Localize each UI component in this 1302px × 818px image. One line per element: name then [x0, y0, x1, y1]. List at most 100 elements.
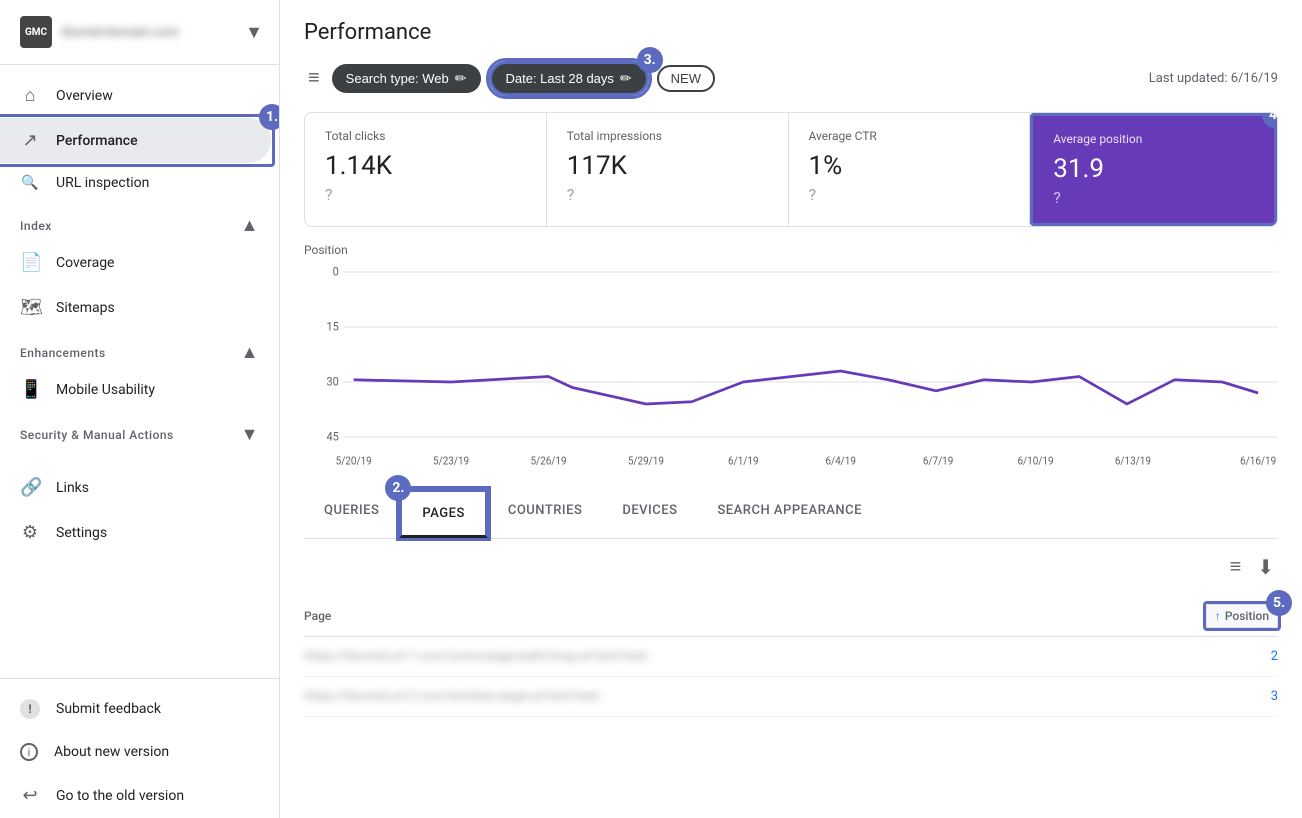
logo-icon: GMC — [20, 16, 52, 48]
chart-area: Position 0 15 30 45 5/20/19 5/23/19 5/26… — [280, 227, 1302, 481]
svg-text:6/7/19: 6/7/19 — [923, 454, 954, 468]
svg-text:5/23/19: 5/23/19 — [433, 454, 469, 468]
metrics-row: Total clicks 1.14K ? Total impressions 1… — [304, 112, 1278, 227]
tab-queries[interactable]: QUERIES — [304, 489, 399, 538]
main-content: Performance ≡ Search type: Web ✏ Date: L… — [280, 0, 1302, 818]
toolbar: ≡ Search type: Web ✏ Date: Last 28 days … — [304, 61, 1278, 96]
download-icon-button[interactable]: ⬇ — [1253, 551, 1278, 584]
svg-text:30: 30 — [327, 374, 339, 389]
sidebar-item-label: Coverage — [56, 255, 114, 271]
data-table: Page ↑ Position 5. — [304, 596, 1278, 717]
metric-average-ctr[interactable]: Average CTR 1% ? — [789, 113, 1031, 226]
svg-text:6/16/19: 6/16/19 — [1240, 454, 1276, 468]
sidebar-logo[interactable]: GMC blurred-domain.com ▼ — [0, 0, 279, 65]
metric-value: 31.9 — [1053, 154, 1254, 184]
filter-icon-button[interactable]: ≡ — [1226, 552, 1246, 583]
sidebar-item-settings[interactable]: ⚙ Settings — [0, 510, 271, 555]
sidebar-item-about-new-version[interactable]: i About new version — [0, 731, 271, 773]
home-icon: ⌂ — [20, 85, 40, 106]
tab-countries[interactable]: COUNTRIES — [488, 489, 603, 538]
svg-text:45: 45 — [327, 429, 340, 444]
row-position: 3 — [1109, 677, 1278, 717]
sidebar-item-coverage[interactable]: 📄 Coverage — [0, 240, 271, 285]
sitemaps-icon: 🗺 — [20, 297, 40, 318]
row-url: https://blurred-url-1.com/some-page-path… — [304, 637, 1109, 677]
position-sort-header[interactable]: ↑ Position — [1206, 604, 1278, 628]
index-section-label: Index — [20, 219, 52, 233]
index-section-header[interactable]: Index ▲ — [0, 203, 279, 240]
metric-value: 1% — [809, 151, 1010, 181]
edit-icon: ✏ — [455, 70, 467, 87]
svg-text:6/13/19: 6/13/19 — [1115, 454, 1151, 468]
new-button[interactable]: NEW — [657, 65, 715, 92]
help-icon[interactable]: ? — [567, 185, 575, 204]
col-page-header: Page — [304, 596, 1109, 637]
date-chip[interactable]: Date: Last 28 days ✏ — [489, 61, 649, 96]
info-icon: i — [20, 743, 38, 761]
sidebar-item-label: URL inspection — [56, 175, 149, 191]
sidebar-item-label: Overview — [56, 88, 113, 104]
table-body: https://blurred-url-1.com/some-page-path… — [304, 637, 1278, 717]
table-row: https://blurred-url-1.com/some-page-path… — [304, 637, 1278, 677]
chevron-down-icon[interactable]: ▼ — [245, 22, 263, 43]
position-chart: 0 15 30 45 5/20/19 5/23/19 5/26/19 5/29/… — [304, 261, 1278, 481]
search-type-chip[interactable]: Search type: Web ✏ — [332, 64, 481, 93]
metric-total-impressions[interactable]: Total impressions 117K ? — [547, 113, 789, 226]
table-row: https://blurred-url-2.com/another-page-u… — [304, 677, 1278, 717]
sidebar-item-go-to-old-version[interactable]: ↩ Go to the old version — [0, 773, 271, 818]
tabs-row: QUERIES PAGES 2. COUNTRIES DEVICES SEARC… — [304, 489, 1278, 539]
index-section-items: 📄 Coverage 🗺 Sitemaps — [0, 240, 279, 330]
mobile-icon: 📱 — [20, 379, 40, 400]
filter-button[interactable]: ≡ — [304, 63, 324, 94]
edit-icon: ✏ — [620, 70, 632, 87]
svg-text:5/26/19: 5/26/19 — [530, 454, 566, 468]
sidebar-item-sitemaps[interactable]: 🗺 Sitemaps — [0, 285, 271, 330]
chart-y-label: Position — [304, 243, 1278, 257]
sidebar-item-label: Mobile Usability — [56, 382, 155, 398]
sidebar-item-label: Performance — [56, 133, 138, 149]
svg-text:6/4/19: 6/4/19 — [825, 454, 856, 468]
metric-value: 117K — [567, 151, 768, 181]
coverage-icon: 📄 — [20, 252, 40, 273]
sidebar-item-label: Sitemaps — [56, 300, 115, 316]
metric-label: Average CTR — [809, 129, 1010, 143]
tab-pages[interactable]: PAGES — [399, 489, 487, 538]
sidebar-item-links[interactable]: 🔗 Links — [0, 465, 271, 510]
row-position: 2 — [1109, 637, 1278, 677]
svg-text:0: 0 — [333, 264, 339, 279]
sidebar-item-overview[interactable]: ⌂ Overview — [0, 73, 271, 118]
svg-text:6/10/19: 6/10/19 — [1017, 454, 1053, 468]
table-toolbar: ≡ ⬇ — [304, 539, 1278, 596]
chart-svg: 0 15 30 45 5/20/19 5/23/19 5/26/19 5/29/… — [304, 261, 1278, 481]
sort-asc-icon: ↑ — [1215, 609, 1221, 623]
enhancements-section-items: 📱 Mobile Usability — [0, 367, 279, 412]
metric-label: Average position — [1053, 132, 1254, 146]
date-label: Date: Last 28 days — [506, 71, 614, 86]
security-section-header[interactable]: Security & Manual Actions ▼ — [0, 412, 279, 449]
metric-average-position[interactable]: 4. Average position 31.9 ? — [1030, 113, 1277, 226]
sidebar-item-performance[interactable]: ↗ Performance 1. — [0, 118, 271, 163]
last-updated-label: Last updated: 6/16/19 — [1149, 71, 1278, 86]
metric-total-clicks[interactable]: Total clicks 1.14K ? — [305, 113, 547, 226]
links-icon: 🔗 — [20, 477, 40, 498]
help-icon[interactable]: ? — [1053, 188, 1061, 207]
col-position-header[interactable]: ↑ Position 5. — [1109, 596, 1278, 637]
enhancements-section-header[interactable]: Enhancements ▲ — [0, 330, 279, 367]
security-section-label: Security & Manual Actions — [20, 428, 174, 442]
chevron-up-icon: ▲ — [241, 215, 259, 236]
page-header: Performance ≡ Search type: Web ✏ Date: L… — [280, 0, 1302, 112]
tab-devices[interactable]: DEVICES — [602, 489, 697, 538]
tab-search-appearance[interactable]: SEARCH APPEARANCE — [697, 489, 882, 538]
bottom-nav: 🔗 Links ⚙ Settings — [0, 465, 279, 555]
sidebar-item-label: Submit feedback — [56, 701, 161, 717]
help-icon[interactable]: ? — [809, 185, 817, 204]
help-icon[interactable]: ? — [325, 185, 333, 204]
sidebar-item-mobile-usability[interactable]: 📱 Mobile Usability — [0, 367, 271, 412]
settings-icon: ⚙ — [20, 522, 40, 543]
sidebar-item-url-inspection[interactable]: 🔍 URL inspection — [0, 163, 271, 203]
sidebar-item-submit-feedback[interactable]: ! Submit feedback — [0, 687, 271, 731]
svg-text:15: 15 — [327, 319, 340, 334]
feedback-icon: ! — [20, 699, 40, 719]
svg-text:5/20/19: 5/20/19 — [336, 454, 372, 468]
metric-value: 1.14K — [325, 151, 526, 181]
